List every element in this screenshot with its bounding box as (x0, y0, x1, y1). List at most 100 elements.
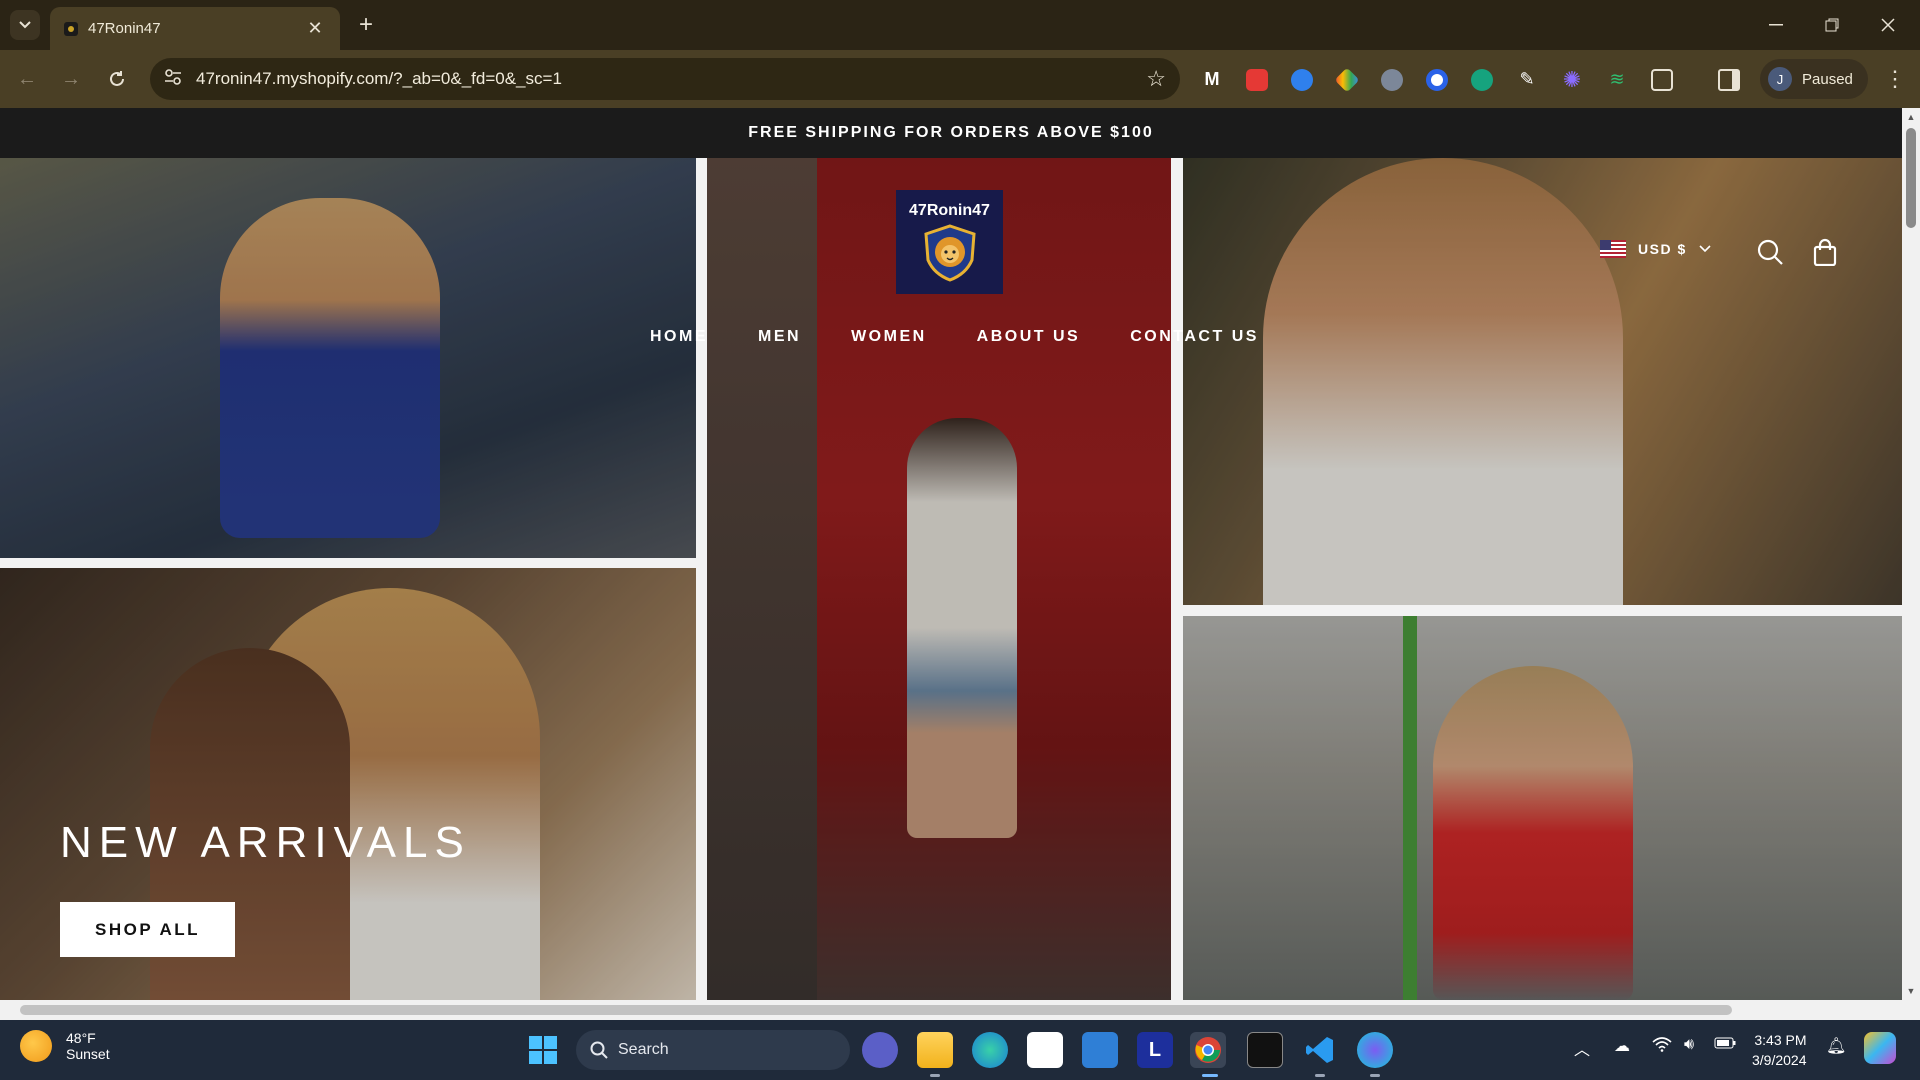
terminal-icon[interactable] (1247, 1032, 1283, 1068)
close-tab-icon[interactable]: ✕ (304, 18, 326, 40)
extensions-puzzle-icon[interactable] (1651, 69, 1673, 91)
notification-bell-icon[interactable]: 🔔︎ (1826, 1036, 1846, 1056)
l-app-icon[interactable]: L (1137, 1032, 1173, 1068)
chevron-down-icon (1699, 245, 1711, 253)
forward-button[interactable]: → (56, 64, 86, 94)
vertical-scrollbar[interactable]: ▲ ▼ (1902, 108, 1920, 1000)
weather-temp: 48°F (66, 1030, 96, 1046)
browser-tab-bar: 47Ronin47 ✕ + (0, 0, 1920, 50)
main-navigation: HOME MEN WOMEN ABOUT US CONTACT US (650, 328, 1309, 346)
file-explorer-icon[interactable] (917, 1032, 953, 1068)
volume-icon[interactable]: 🔊︎ (1684, 1036, 1694, 1054)
side-panel-icon[interactable] (1718, 69, 1740, 91)
canva-icon[interactable] (1357, 1032, 1393, 1068)
running-indicator (1370, 1074, 1380, 1077)
chrome-icon (1195, 1037, 1221, 1063)
copilot-icon[interactable] (1864, 1032, 1896, 1064)
mail-icon[interactable] (1082, 1032, 1118, 1068)
clock-time: 3:43 PM (1754, 1032, 1807, 1048)
hero-title: NEW ARRIVALS (60, 818, 471, 867)
browser-tab-active[interactable]: 47Ronin47 ✕ (50, 7, 340, 50)
profile-status: Paused (1802, 70, 1853, 88)
search-icon[interactable] (1756, 238, 1784, 266)
restore-icon (1825, 18, 1839, 32)
extension-eyedropper-icon[interactable]: ✎ (1516, 69, 1538, 91)
horizontal-scrollbar[interactable] (0, 1000, 1920, 1020)
vertical-scroll-thumb[interactable] (1906, 128, 1916, 228)
nav-women[interactable]: WOMEN (851, 328, 927, 346)
currency-label: USD $ (1638, 241, 1687, 257)
minimize-icon (1769, 24, 1783, 26)
profile-button[interactable]: J Paused (1760, 59, 1868, 99)
nav-about-us[interactable]: ABOUT US (977, 328, 1081, 346)
currency-selector[interactable]: USD $ (1600, 240, 1711, 258)
restore-window-button[interactable] (1804, 0, 1860, 50)
minimize-window-button[interactable] (1748, 0, 1804, 50)
clock-date: 3/9/2024 (1752, 1052, 1807, 1068)
weather-widget[interactable]: 48°F Sunset (20, 1030, 110, 1062)
microsoft-store-icon[interactable] (1027, 1032, 1063, 1068)
hero-photo-woman-swing (1183, 616, 1902, 1000)
close-icon (1881, 18, 1895, 32)
store-logo[interactable]: 47Ronin47 (896, 190, 1003, 294)
nav-home[interactable]: HOME (650, 328, 708, 346)
announcement-bar: FREE SHIPPING FOR ORDERS ABOVE $100 (0, 108, 1902, 158)
browser-menu-icon[interactable]: ⋮ (1880, 64, 1910, 94)
shop-all-button[interactable]: SHOP ALL (60, 902, 235, 957)
taskbar-search-box[interactable]: Search (576, 1030, 850, 1070)
chevron-down-icon (19, 21, 31, 29)
teams-meet-icon[interactable] (862, 1032, 898, 1068)
reload-button[interactable] (102, 64, 132, 94)
close-window-button[interactable] (1860, 0, 1916, 50)
onedrive-cloud-icon[interactable]: ☁ (1614, 1036, 1630, 1056)
active-indicator (1202, 1074, 1218, 1077)
running-indicator (1315, 1074, 1325, 1077)
site-favicon-icon (64, 21, 78, 36)
search-icon (590, 1041, 608, 1059)
address-bar[interactable]: 47ronin47.myshopify.com/?_ab=0&_fd=0&_sc… (150, 58, 1180, 100)
extension-vpn-icon[interactable] (1291, 69, 1313, 91)
extension-star-icon[interactable]: ✺ (1561, 69, 1583, 91)
site-info-icon[interactable] (164, 68, 182, 90)
url-text[interactable]: 47ronin47.myshopify.com/?_ab=0&_fd=0&_sc… (196, 69, 1146, 89)
running-indicator (930, 1074, 940, 1077)
nav-men[interactable]: MEN (758, 328, 801, 346)
extension-video-icon[interactable] (1246, 69, 1268, 91)
battery-icon[interactable] (1714, 1036, 1736, 1054)
chrome-taskbar-button[interactable] (1190, 1032, 1226, 1068)
extension-layers-icon[interactable]: ≋ (1606, 69, 1628, 91)
back-button[interactable]: ← (12, 64, 42, 94)
lion-shield-icon (923, 224, 976, 282)
extension-circle-icon[interactable] (1426, 69, 1448, 91)
cart-bag-icon[interactable] (1811, 238, 1839, 266)
bookmark-star-icon[interactable]: ☆ (1146, 66, 1166, 92)
nav-contact-us[interactable]: CONTACT US (1130, 328, 1259, 346)
extension-web-icon[interactable] (1381, 69, 1403, 91)
windows-taskbar: 48°F Sunset Search L ︿ ☁ 🔊︎ 3:43 PM 3/9/… (0, 1020, 1920, 1080)
hero-photo-man-profile (1183, 158, 1902, 605)
horizontal-scroll-thumb[interactable] (20, 1005, 1732, 1015)
reload-icon (110, 71, 124, 86)
hero-collage: 47Ronin47 HOME MEN WOMEN ABOUT US CONTAC… (0, 158, 1902, 1000)
wifi-icon[interactable] (1652, 1036, 1672, 1057)
extension-m-icon[interactable]: M (1201, 69, 1223, 91)
new-tab-button[interactable]: + (352, 11, 380, 39)
extension-diamond-icon[interactable] (1334, 67, 1360, 93)
tab-search-button[interactable] (10, 10, 40, 40)
start-button[interactable] (525, 1032, 561, 1068)
scroll-down-arrow-icon[interactable]: ▼ (1906, 986, 1916, 996)
taskbar-clock[interactable]: 3:43 PM 3/9/2024 (1752, 1030, 1807, 1070)
weather-desc: Sunset (66, 1046, 110, 1062)
taskbar-search-label: Search (618, 1041, 669, 1058)
sunset-weather-icon (20, 1030, 52, 1062)
scroll-up-arrow-icon[interactable]: ▲ (1906, 112, 1916, 122)
page-viewport: FREE SHIPPING FOR ORDERS ABOVE $100 47Ro… (0, 108, 1902, 1000)
windows-logo-icon (529, 1036, 557, 1064)
avatar: J (1768, 67, 1792, 91)
tab-title: 47Ronin47 (88, 20, 161, 37)
vscode-icon[interactable] (1302, 1032, 1338, 1068)
us-flag-icon (1600, 240, 1626, 258)
show-hidden-icons-chevron-icon[interactable]: ︿ (1574, 1036, 1590, 1060)
extension-chatgpt-icon[interactable] (1471, 69, 1493, 91)
edge-browser-icon[interactable] (972, 1032, 1008, 1068)
